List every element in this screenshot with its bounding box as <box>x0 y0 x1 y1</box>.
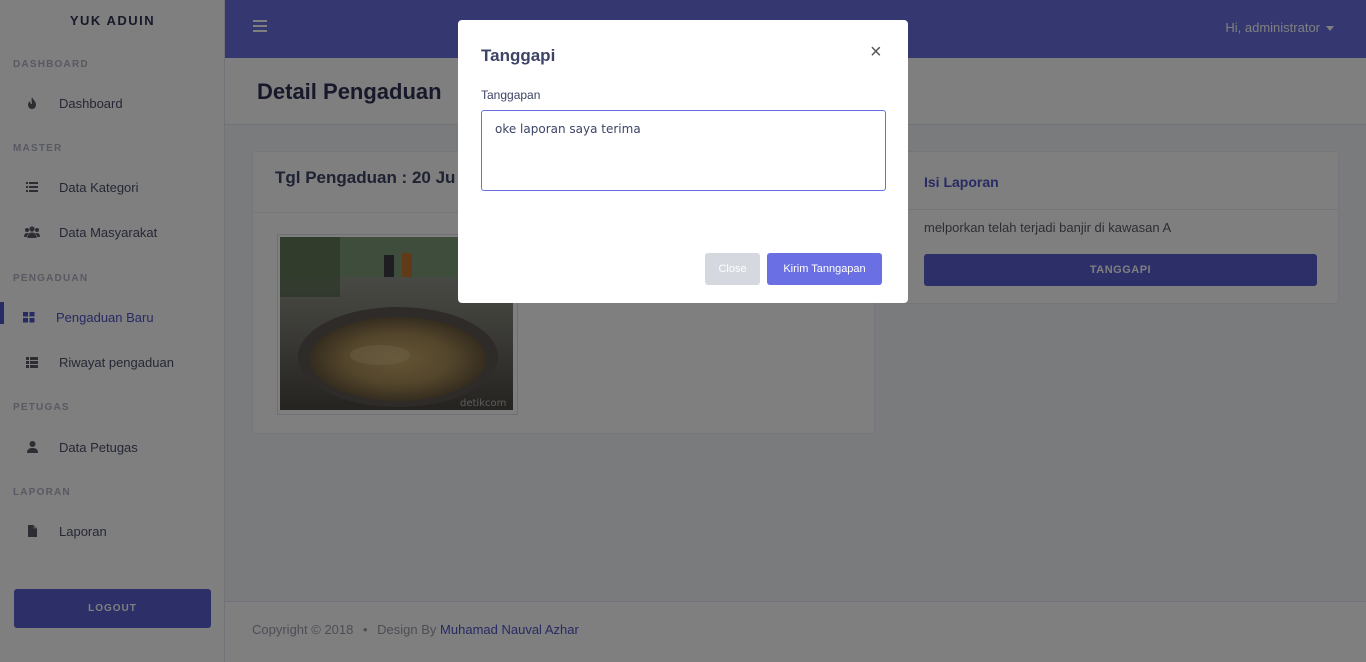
close-button[interactable]: Close <box>705 253 760 285</box>
tanggapan-label: Tanggapan <box>481 88 541 102</box>
submit-response-button[interactable]: Kirim Tanngapan <box>767 253 882 285</box>
tanggapan-textarea[interactable]: oke laporan saya terima <box>481 110 886 191</box>
modal-title: Tanggapi <box>481 46 556 65</box>
close-icon[interactable]: × <box>870 42 882 62</box>
tanggapi-modal: Tanggapi × Tanggapan oke laporan saya te… <box>458 20 908 303</box>
